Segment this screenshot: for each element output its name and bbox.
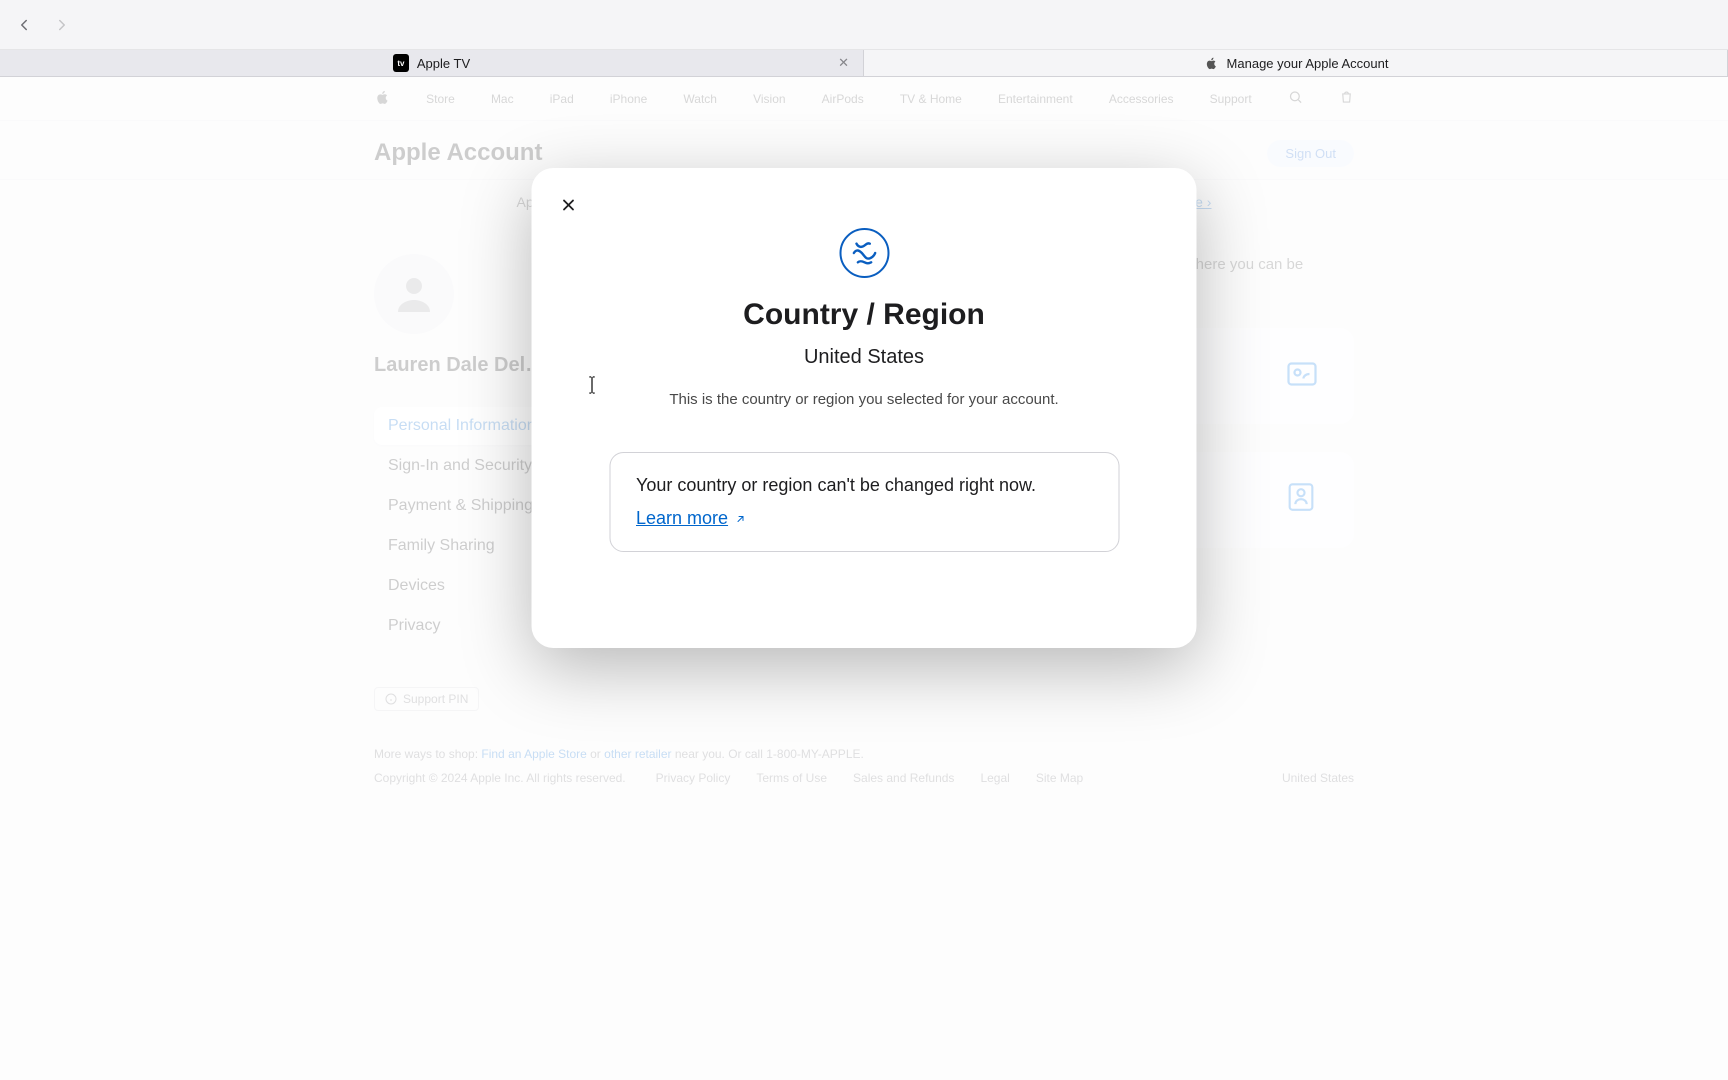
modal-description: This is the country or region you select… (588, 391, 1141, 408)
close-modal-button[interactable] (556, 192, 582, 218)
forward-button[interactable] (52, 15, 72, 35)
country-region-modal: Country / Region United States This is t… (532, 168, 1197, 648)
browser-tab-apple-account[interactable]: Manage your Apple Account (864, 50, 1728, 76)
modal-title: Country / Region (588, 298, 1141, 332)
browser-tab-row: tv Apple TV ✕ Manage your Apple Account (0, 50, 1728, 77)
info-box: Your country or region can't be changed … (609, 452, 1119, 552)
learn-more-link[interactable]: Learn more (636, 508, 746, 529)
info-message: Your country or region can't be changed … (636, 475, 1092, 496)
current-country: United States (588, 346, 1141, 369)
learn-more-label: Learn more (636, 508, 728, 529)
tab-label: Manage your Apple Account (1227, 56, 1389, 71)
apple-tv-icon: tv (393, 55, 409, 71)
browser-tab-apple-tv[interactable]: tv Apple TV ✕ (0, 50, 864, 76)
close-tab-icon[interactable]: ✕ (838, 55, 849, 71)
apple-logo-icon (1203, 55, 1219, 71)
tab-label: Apple TV (417, 56, 470, 71)
back-button[interactable] (14, 15, 34, 35)
browser-nav-bar (0, 0, 1728, 50)
globe-icon (588, 228, 1141, 278)
